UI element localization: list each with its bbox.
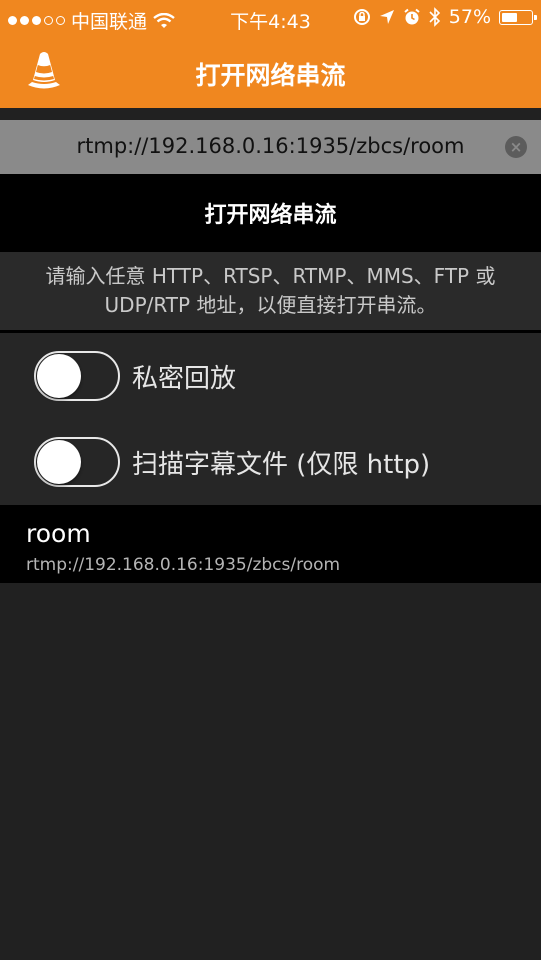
clear-icon[interactable]: × xyxy=(505,136,527,158)
private-playback-row: 私密回放 xyxy=(0,333,541,419)
battery-percent: 57% xyxy=(448,6,491,28)
open-button-label: 打开网络串流 xyxy=(204,203,337,228)
rotation-lock-icon xyxy=(353,9,370,25)
scan-subtitles-label: 扫描字幕文件 (仅限 http) xyxy=(132,449,431,480)
open-network-stream-button[interactable]: 打开网络串流 xyxy=(0,174,541,252)
url-field-row: rtmp://192.168.0.16:1935/zbcs/room × xyxy=(0,120,541,174)
scan-subtitles-row: 扫描字幕文件 (仅限 http) xyxy=(0,419,541,505)
scan-subtitles-toggle[interactable] xyxy=(34,437,120,487)
private-playback-toggle[interactable] xyxy=(34,351,120,401)
location-icon xyxy=(379,10,394,24)
hint-text: 请输入任意 HTTP、RTSP、RTMP、MMS、FTP 或 UDP/RTP 地… xyxy=(0,252,541,330)
stream-url-input[interactable]: rtmp://192.168.0.16:1935/zbcs/room xyxy=(0,134,541,158)
hint-line-2: UDP/RTP 地址，以便直接打开串流。 xyxy=(104,293,437,317)
history-item[interactable]: room rtmp://192.168.0.16:1935/zbcs/room xyxy=(0,505,541,583)
battery-icon xyxy=(499,9,537,25)
page-title: 打开网络串流 xyxy=(195,61,346,90)
status-bar: 中国联通 下午4:43 57% xyxy=(0,0,541,36)
hint-line-1: 请输入任意 HTTP、RTSP、RTMP、MMS、FTP 或 xyxy=(45,264,496,288)
history-item-url: rtmp://192.168.0.16:1935/zbcs/room xyxy=(26,555,341,575)
history-item-name: room xyxy=(26,519,91,548)
options-section: 私密回放 扫描字幕文件 (仅限 http) xyxy=(0,333,541,505)
navigation-bar: 打开网络串流 xyxy=(0,36,541,108)
bluetooth-icon xyxy=(429,7,440,27)
alarm-icon xyxy=(404,8,420,25)
private-playback-label: 私密回放 xyxy=(132,363,237,394)
